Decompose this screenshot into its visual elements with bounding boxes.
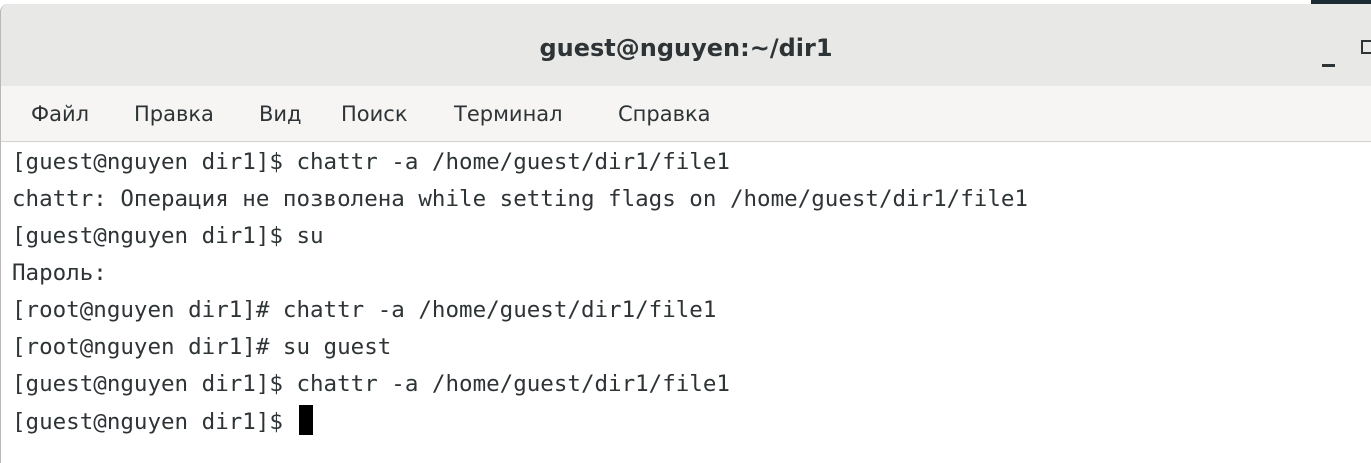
maximize-icon[interactable] <box>1361 40 1371 54</box>
terminal-line: Пароль: <box>12 260 107 286</box>
text-cursor <box>299 405 314 435</box>
terminal-prompt: [guest@nguyen dir1]$ <box>12 409 297 435</box>
terminal-line: [guest@nguyen dir1]$ chattr -a /home/gue… <box>12 149 730 175</box>
minimize-icon <box>1322 64 1335 67</box>
terminal-line: [root@nguyen dir1]# su guest <box>12 334 392 360</box>
menu-item-view[interactable]: Вид <box>259 102 302 126</box>
terminal-line: [guest@nguyen dir1]$ su <box>12 223 324 249</box>
terminal-line: chattr: Операция не позволена while sett… <box>12 186 1028 212</box>
minimize-button[interactable] <box>1319 48 1339 68</box>
window-title: guest@nguyen:~/dir1 <box>539 34 833 62</box>
menu-item-help[interactable]: Справка <box>618 102 711 126</box>
menu-item-file[interactable]: Файл <box>31 102 89 126</box>
menu-item-edit[interactable]: Правка <box>134 102 214 126</box>
menu-item-terminal[interactable]: Терминал <box>454 102 563 126</box>
title-bar[interactable]: guest@nguyen:~/dir1 <box>0 4 1371 86</box>
terminal-line: [guest@nguyen dir1]$ chattr -a /home/gue… <box>12 371 730 397</box>
terminal-output[interactable]: [guest@nguyen dir1]$ chattr -a /home/gue… <box>0 142 1371 463</box>
menu-bar: Файл Правка Вид Поиск Терминал Справка <box>0 86 1371 142</box>
terminal-prompt-line[interactable]: [guest@nguyen dir1]$ <box>12 405 314 437</box>
menu-item-search[interactable]: Поиск <box>341 102 408 126</box>
terminal-line: [root@nguyen dir1]# chattr -a /home/gues… <box>12 297 717 323</box>
terminal-window: guest@nguyen:~/dir1 Файл Правка Вид Поис… <box>0 0 1371 463</box>
